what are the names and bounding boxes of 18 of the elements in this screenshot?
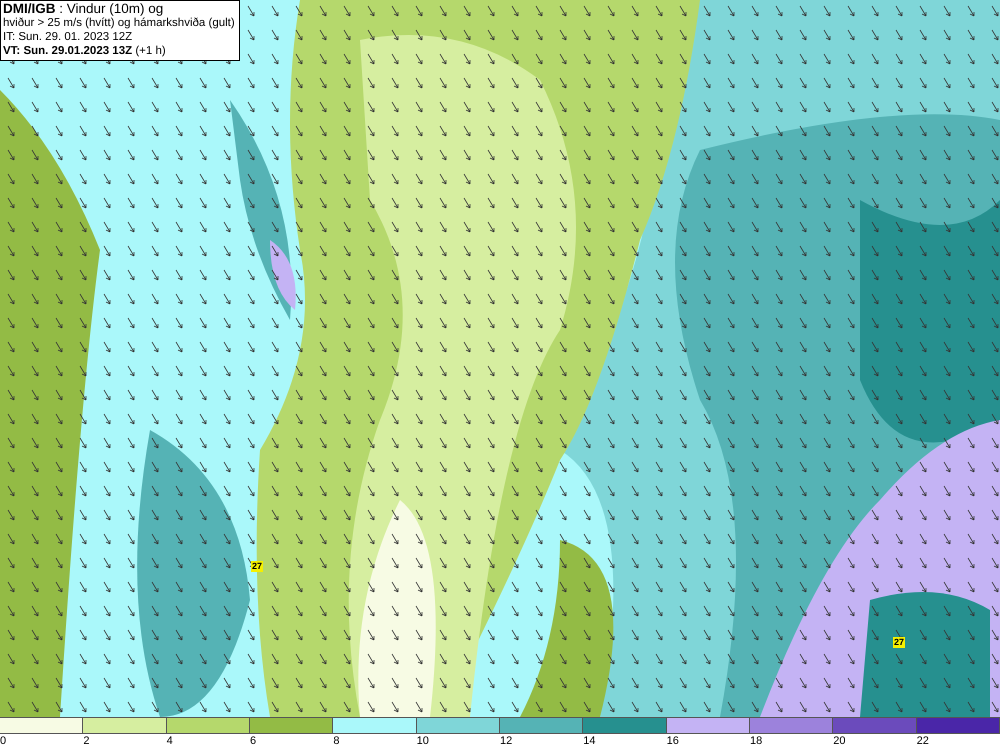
legend-label: 16 (666, 735, 679, 747)
gust-label: 27 (251, 561, 264, 572)
legend-label: 18 (750, 735, 762, 747)
legend-label: 14 (583, 735, 596, 747)
title-text: DMI/IGB : Vindur (10m) og (3, 2, 164, 16)
legend-label: 22 (916, 735, 929, 747)
title-text: IT: Sun. 29. 01. 2023 12Z (3, 30, 134, 44)
legend-label: 10 (416, 735, 429, 747)
legend-label: 20 (833, 735, 846, 747)
title-text: VT: Sun. 29.01.2023 13Z (+1 h) (3, 44, 167, 58)
gust-label: 27 (893, 637, 906, 648)
legend-label: 12 (500, 735, 512, 747)
legend-label: 0 (0, 735, 6, 747)
legend-label: 6 (250, 735, 256, 747)
legend-label: 4 (166, 735, 173, 747)
legend-label: 2 (83, 735, 90, 747)
legend-label: 8 (333, 735, 340, 747)
title-text: hviður > 25 m/s (hvítt) og hámarkshviða (gult) (3, 16, 235, 30)
